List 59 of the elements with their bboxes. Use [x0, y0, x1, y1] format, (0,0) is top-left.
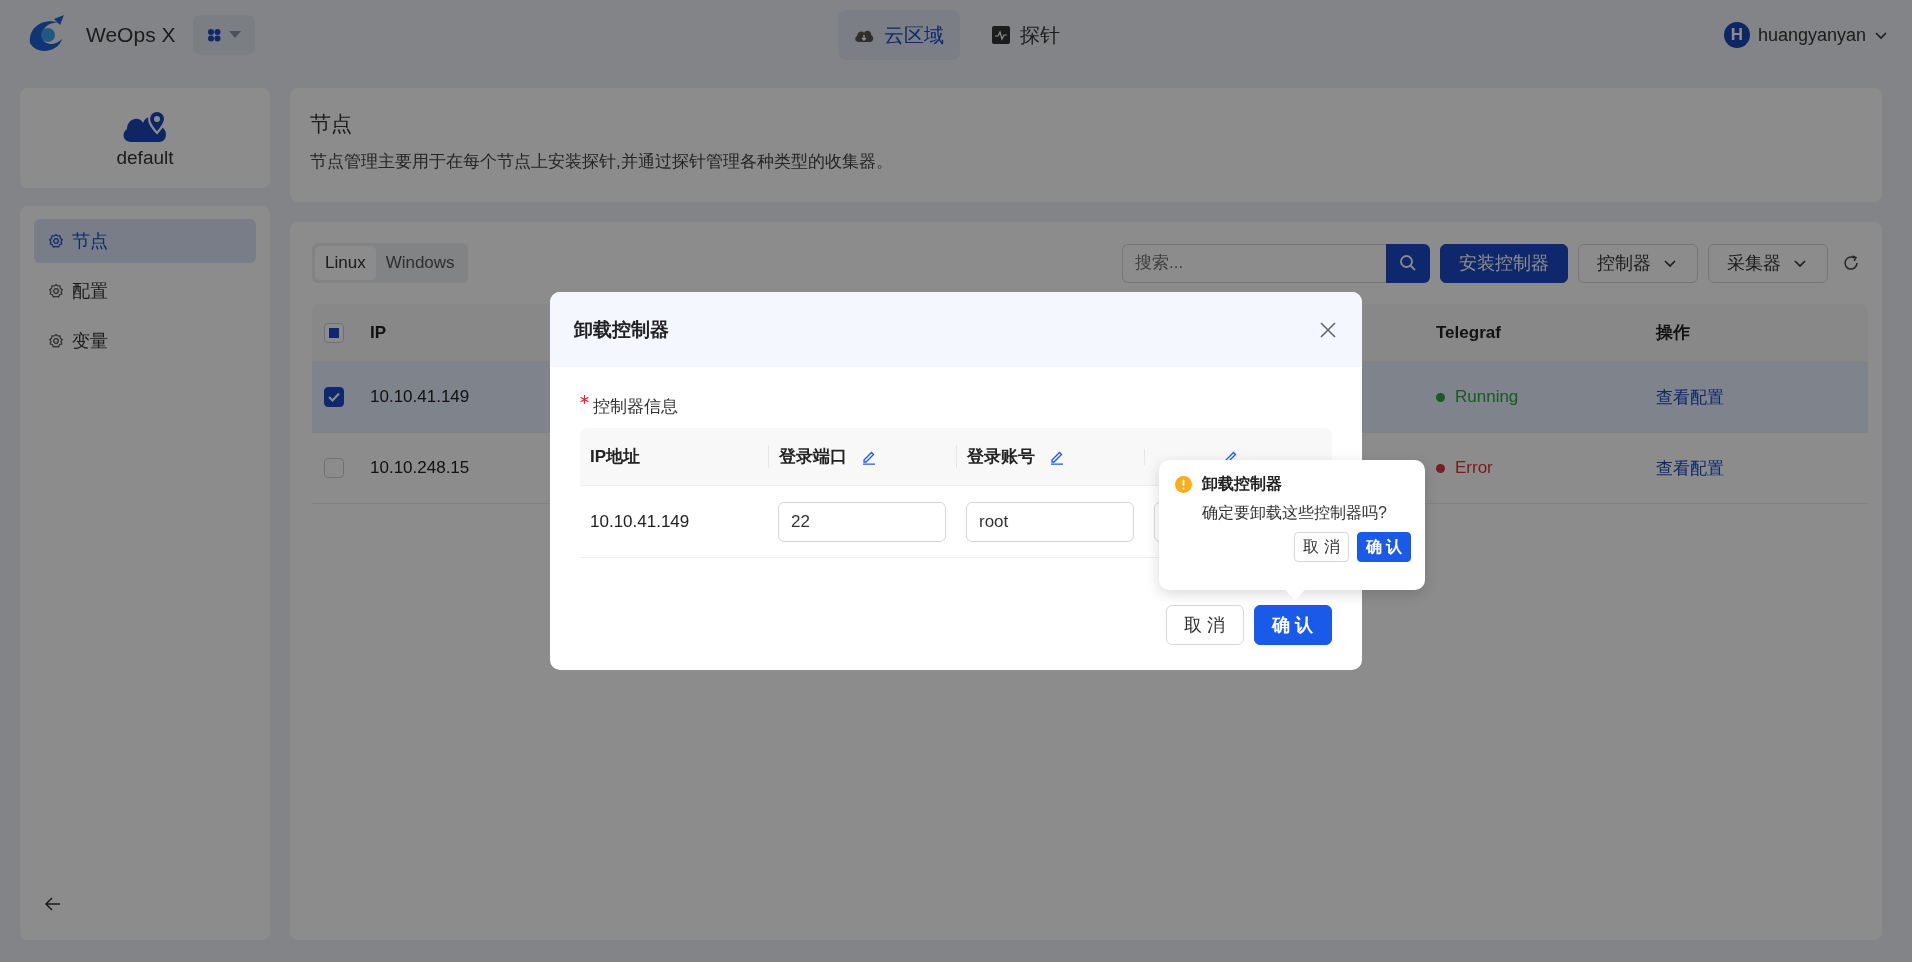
chevron-down-icon: [1874, 29, 1888, 41]
close-icon[interactable]: [1318, 319, 1338, 340]
confirm-button[interactable]: 确 认: [1254, 605, 1332, 645]
table-cell: 10.10.41.149: [370, 387, 470, 406]
column-header: IP地址: [590, 446, 641, 468]
sidebar-item[interactable]: 节点: [34, 219, 256, 263]
cancel-button[interactable]: 取 消: [1166, 605, 1244, 645]
gear-icon: [48, 333, 64, 349]
cancel-button[interactable]: 取 消: [1294, 532, 1349, 562]
page-title: 节点: [310, 111, 353, 137]
view-config-link[interactable]: 查看配置: [1656, 458, 1724, 478]
user-name[interactable]: huangyanyan: [1757, 24, 1866, 46]
input-field[interactable]: 22: [778, 501, 946, 542]
caret-icon: [229, 31, 242, 39]
chevron-down-icon: [1663, 257, 1679, 269]
status-text: Running: [1455, 387, 1519, 407]
confirm-button[interactable]: 确 认: [1356, 532, 1411, 562]
app-name: WeOps X: [86, 23, 176, 47]
column-header: 操作: [1656, 323, 1690, 342]
page-description: 节点管理主要用于在每个节点上安装探针,并通过探针管理各种类型的收集器。: [310, 151, 894, 173]
area-name: default: [116, 147, 174, 169]
select-all-checkbox[interactable]: [324, 322, 344, 343]
apps-icon: [207, 28, 222, 42]
search-button[interactable]: [1386, 243, 1430, 283]
column-header: 登录账号: [967, 446, 1035, 468]
column-header: IP: [370, 322, 387, 342]
monitor-icon: [992, 26, 1010, 44]
popover-message: 确定要卸载这些控制器吗?: [1201, 503, 1388, 523]
dialog-title: 卸载控制器: [574, 317, 669, 342]
column-header: 登录端口: [779, 446, 847, 468]
gear-icon: [48, 283, 64, 299]
refresh-icon[interactable]: [1842, 254, 1860, 272]
install-button[interactable]: 安装控制器: [1440, 243, 1568, 283]
back-arrow-icon[interactable]: [44, 895, 62, 913]
os-tab[interactable]: Windows: [375, 246, 465, 280]
dropdown-button[interactable]: 控制器: [1578, 243, 1698, 283]
app-switcher[interactable]: [193, 15, 256, 55]
view-config-link[interactable]: 查看配置: [1656, 387, 1724, 407]
sidebar-item[interactable]: 变量: [34, 319, 256, 363]
warning-icon: [1175, 476, 1192, 493]
check-icon: [328, 392, 340, 402]
nav-tab[interactable]: 云区域: [838, 10, 960, 60]
field-label: 控制器信息: [593, 396, 678, 418]
gear-icon: [48, 233, 64, 249]
column-header: Telegraf: [1436, 322, 1501, 342]
status-text: Error: [1455, 458, 1493, 478]
nav-tab[interactable]: 探针: [976, 10, 1076, 60]
sidebar-item[interactable]: 配置: [34, 269, 256, 313]
search-field[interactable]: 搜索...: [1122, 243, 1386, 283]
table-cell: 10.10.248.15: [370, 458, 470, 477]
row-checkbox[interactable]: [324, 387, 344, 407]
popover-title: 卸载控制器: [1202, 474, 1282, 494]
dropdown-button[interactable]: 采集器: [1708, 243, 1828, 283]
os-tab[interactable]: Linux: [315, 246, 376, 280]
user-avatar: H: [1723, 22, 1750, 48]
table-cell-text: 10.10.41.149: [589, 511, 691, 532]
input-field[interactable]: root: [966, 501, 1134, 542]
search-icon: [1399, 254, 1417, 272]
chevron-down-icon: [1793, 257, 1809, 269]
